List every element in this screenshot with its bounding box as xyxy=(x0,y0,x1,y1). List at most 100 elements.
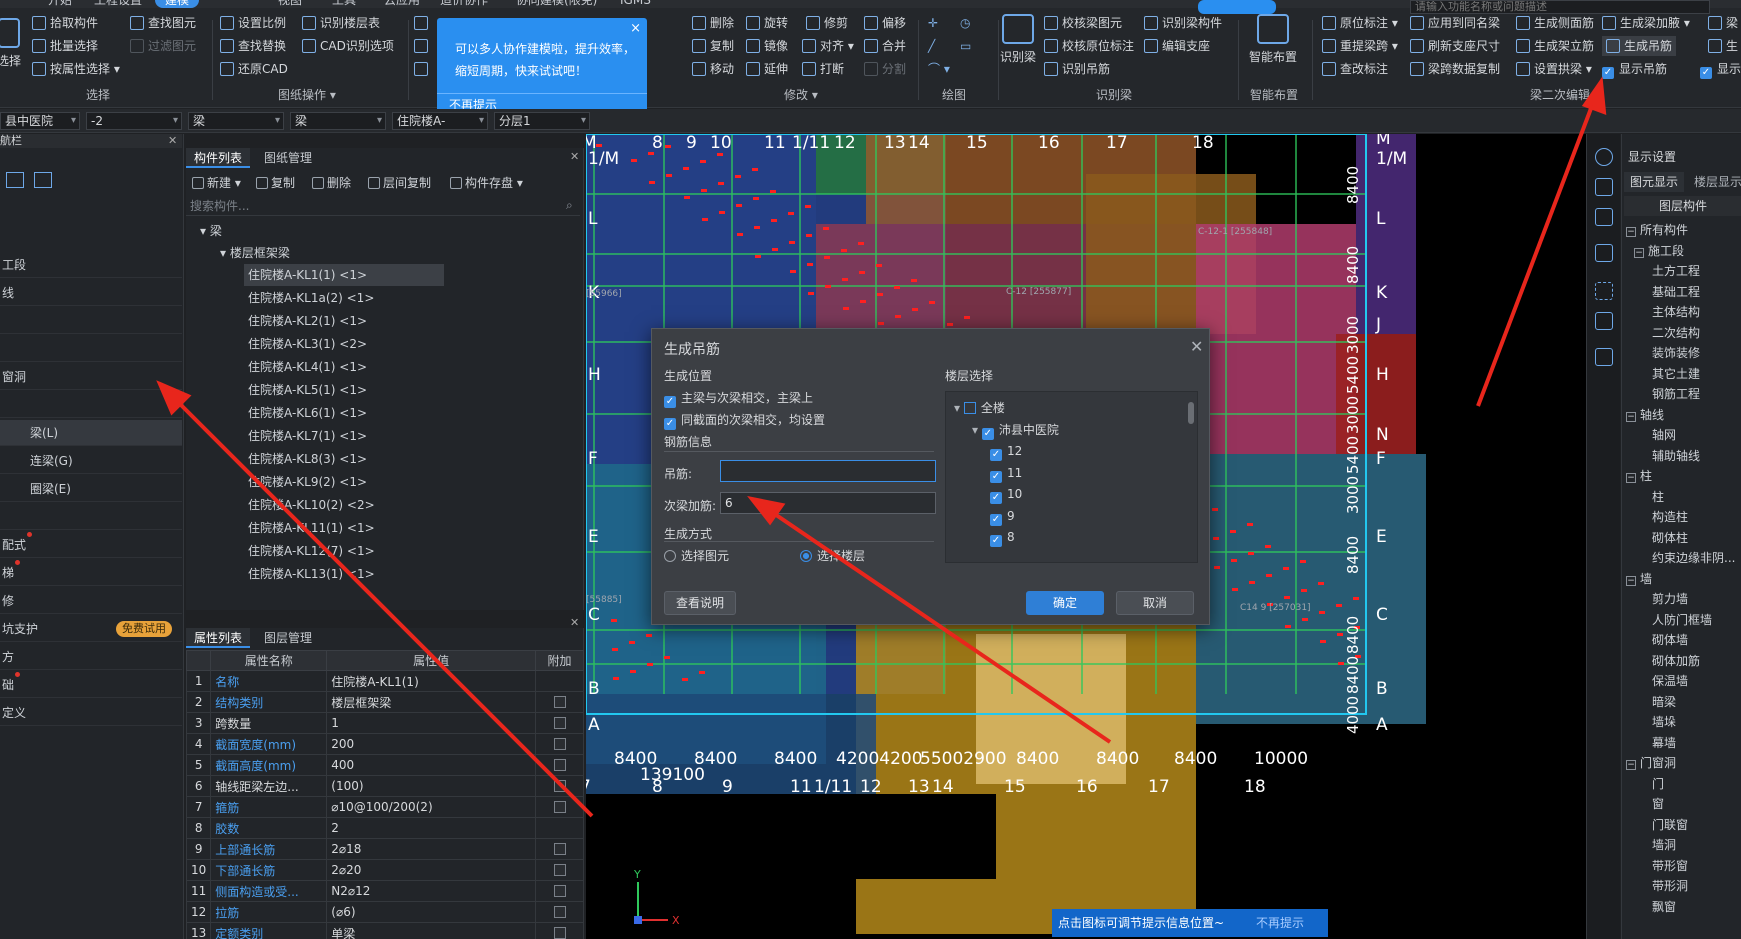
align-button[interactable]: 对齐 ▾ xyxy=(802,36,854,56)
copy-button[interactable]: 复制 xyxy=(692,36,734,56)
property-row[interactable]: 3 跨数量 1 xyxy=(185,712,584,734)
nav-item[interactable]: 础 xyxy=(0,672,182,698)
recognize-floor-table-button[interactable]: 识别楼层表 xyxy=(302,13,380,33)
in-situ-label-button[interactable]: 原位标注 ▾ xyxy=(1322,13,1398,33)
expand-icon[interactable]: ▾ xyxy=(972,423,982,437)
nav-item[interactable]: 定义 xyxy=(0,700,182,726)
component-list-item[interactable]: 住院楼A-KL9(2) <1> xyxy=(244,471,444,493)
display-tree-item[interactable]: 柱 xyxy=(1652,487,1664,508)
extra-checkbox[interactable] xyxy=(553,885,566,897)
delete-component-button[interactable]: 删除 xyxy=(312,174,351,192)
display-tree-item[interactable]: 钢筋工程 xyxy=(1652,384,1700,405)
display-tree-item[interactable]: 暗梁 xyxy=(1652,692,1676,713)
property-row[interactable]: 13 定额类别 单梁 xyxy=(185,922,584,939)
nav-item[interactable]: 坑支护 免费试用 xyxy=(0,616,182,642)
recognize-hanger-button[interactable]: 识别吊筋 xyxy=(1044,59,1110,79)
property-row[interactable]: 12 拉筋 (⌀6) xyxy=(185,901,584,923)
re-extract-span-button[interactable]: 重提梁跨 ▾ xyxy=(1322,36,1398,56)
tab-view[interactable]: 视图 xyxy=(268,0,312,8)
gen-button-partial[interactable]: 生 xyxy=(1708,36,1738,56)
set-arch-beam-button[interactable]: 设置拱梁 ▾ xyxy=(1516,59,1592,79)
tab-attribute-list[interactable]: 属性列表 xyxy=(186,628,251,648)
display-tree-item[interactable]: 墙洞 xyxy=(1652,835,1676,856)
show-hanger-checkbox[interactable]: ✓ 显示吊筋 xyxy=(1602,59,1667,79)
function-search-input[interactable]: 请输入功能名称或问题描述 xyxy=(1410,0,1710,14)
type-select[interactable]: 梁 xyxy=(290,112,386,130)
cad-recognize-options-button[interactable]: CAD识别选项 xyxy=(302,36,394,56)
recognize-beam-component-button[interactable]: 识别梁构件 xyxy=(1144,13,1222,33)
display-tree-item[interactable]: 砌体墙 xyxy=(1652,630,1688,651)
component-list-item[interactable]: 住院楼A-KL5(1) <1> xyxy=(244,379,444,401)
close-icon[interactable]: ✕ xyxy=(168,134,177,147)
layer-select[interactable]: 分层1 xyxy=(494,112,590,130)
tab-collab-modeling[interactable]: 协同建模(限免) xyxy=(506,0,607,8)
display-tree-item[interactable]: 门 xyxy=(1652,774,1664,795)
display-tree-item[interactable]: − 施工段 xyxy=(1634,241,1684,262)
rotate-button[interactable]: 旋转 xyxy=(746,13,788,33)
nav-item[interactable] xyxy=(0,392,182,418)
nav-item[interactable]: 梁(L) xyxy=(0,420,182,446)
display-tree-item[interactable]: 墙垛 xyxy=(1652,712,1676,733)
view-help-button[interactable]: 查看说明 xyxy=(664,591,736,615)
property-value[interactable]: 2 xyxy=(326,817,536,839)
nav-item[interactable]: 窗洞 xyxy=(0,364,182,390)
extra-checkbox[interactable] xyxy=(553,759,566,771)
property-value[interactable]: 2⌀18 xyxy=(326,838,536,860)
gen-haunch-button[interactable]: 生成梁加腋 ▾ xyxy=(1602,13,1690,33)
display-tree-item[interactable]: 约束边缘非阴... xyxy=(1652,548,1735,569)
orbit-icon[interactable] xyxy=(1595,148,1613,166)
property-row[interactable]: 11 侧面构造或受... N2⌀12 xyxy=(185,880,584,902)
property-row[interactable]: 6 轴线距梁左边... (100) xyxy=(185,775,584,797)
display-tree-item[interactable]: 土方工程 xyxy=(1652,261,1700,282)
tab-floor-display[interactable]: 楼层显示 xyxy=(1688,172,1741,192)
trim-button[interactable]: 修剪 xyxy=(806,13,848,33)
component-list-item[interactable]: 住院楼A-KL2(1) <1> xyxy=(244,310,444,332)
copy-span-data-button[interactable]: 梁跨数据复制 xyxy=(1410,59,1500,79)
floor-tree-item[interactable]: ▾ 全楼 xyxy=(954,398,1005,418)
display-tree-item[interactable]: 窗 xyxy=(1652,794,1664,815)
component-list-item[interactable]: 住院楼A-KL8(3) <1> xyxy=(244,448,444,470)
tree-view-icon[interactable] xyxy=(34,172,52,188)
display-tree-item[interactable]: − 墙 xyxy=(1626,569,1652,590)
display-tree-item[interactable]: 门联窗 xyxy=(1652,815,1688,836)
ribbon-item-partial[interactable] xyxy=(414,36,432,56)
checkbox-empty-icon[interactable] xyxy=(963,402,976,414)
property-value[interactable]: 2⌀20 xyxy=(326,859,536,881)
display-tree-item[interactable]: 主体结构 xyxy=(1652,302,1700,323)
floor-tree-item[interactable]: ✓ 12 xyxy=(990,441,1022,461)
nav-item[interactable]: 圈梁(E) xyxy=(0,476,182,502)
ribbon-item-partial[interactable] xyxy=(414,13,432,33)
collapse-icon[interactable]: − xyxy=(1626,575,1636,586)
property-row[interactable]: 7 箍筋 ⌀10@100/200(2) xyxy=(185,796,584,818)
hint-dismiss-link[interactable]: 不再提示 xyxy=(1256,909,1304,937)
tab-igms[interactable]: IGMS xyxy=(610,0,661,8)
arc-draw-button[interactable]: ◷ xyxy=(960,13,970,33)
extend-button[interactable]: 延伸 xyxy=(746,59,788,79)
tab-layer-manage[interactable]: 图层管理 xyxy=(256,628,320,648)
nav-item[interactable]: 方 xyxy=(0,644,182,670)
component-select[interactable]: 住院楼A-KL1(1) xyxy=(392,112,488,130)
close-icon[interactable]: ✕ xyxy=(570,616,579,629)
select-element-radio[interactable]: 选择图元 xyxy=(664,547,729,564)
checkbox-checked-icon[interactable]: ✓ xyxy=(990,449,1002,461)
tab-project-settings[interactable]: 工程设置 xyxy=(84,0,152,8)
find-replace-button[interactable]: 查找替换 xyxy=(220,36,286,56)
close-icon[interactable]: ✕ xyxy=(1190,337,1203,356)
find-element-button[interactable]: 查找图元 xyxy=(130,13,196,33)
component-list-item[interactable]: 住院楼A-KL12(7) <1> xyxy=(244,540,444,562)
component-list-item[interactable]: 住院楼A-KL6(1) <1> xyxy=(244,402,444,424)
close-icon[interactable]: × xyxy=(630,21,641,36)
nav-item[interactable]: 工段 xyxy=(0,252,182,278)
tab-cloud[interactable]: 云应用 xyxy=(374,0,430,8)
display-tree-item[interactable]: − 柱 xyxy=(1626,466,1652,487)
component-list-item[interactable]: 住院楼A-KL10(2) <2> xyxy=(244,494,444,516)
settings-view-icon[interactable] xyxy=(1595,312,1613,330)
display-tree-item[interactable]: 构造柱 xyxy=(1652,507,1688,528)
curve-draw-button[interactable]: ⌒ ▾ xyxy=(928,59,950,79)
property-value[interactable]: (⌀6) xyxy=(326,901,536,923)
close-icon[interactable]: ✕ xyxy=(570,150,579,163)
extra-checkbox[interactable] xyxy=(553,906,566,918)
tree-group-frame-beam[interactable]: ▾ 楼层框架梁 xyxy=(220,242,290,264)
property-row[interactable]: 1 名称 住院楼A-KL1(1) xyxy=(185,670,584,692)
property-value[interactable]: 400 xyxy=(326,754,536,776)
